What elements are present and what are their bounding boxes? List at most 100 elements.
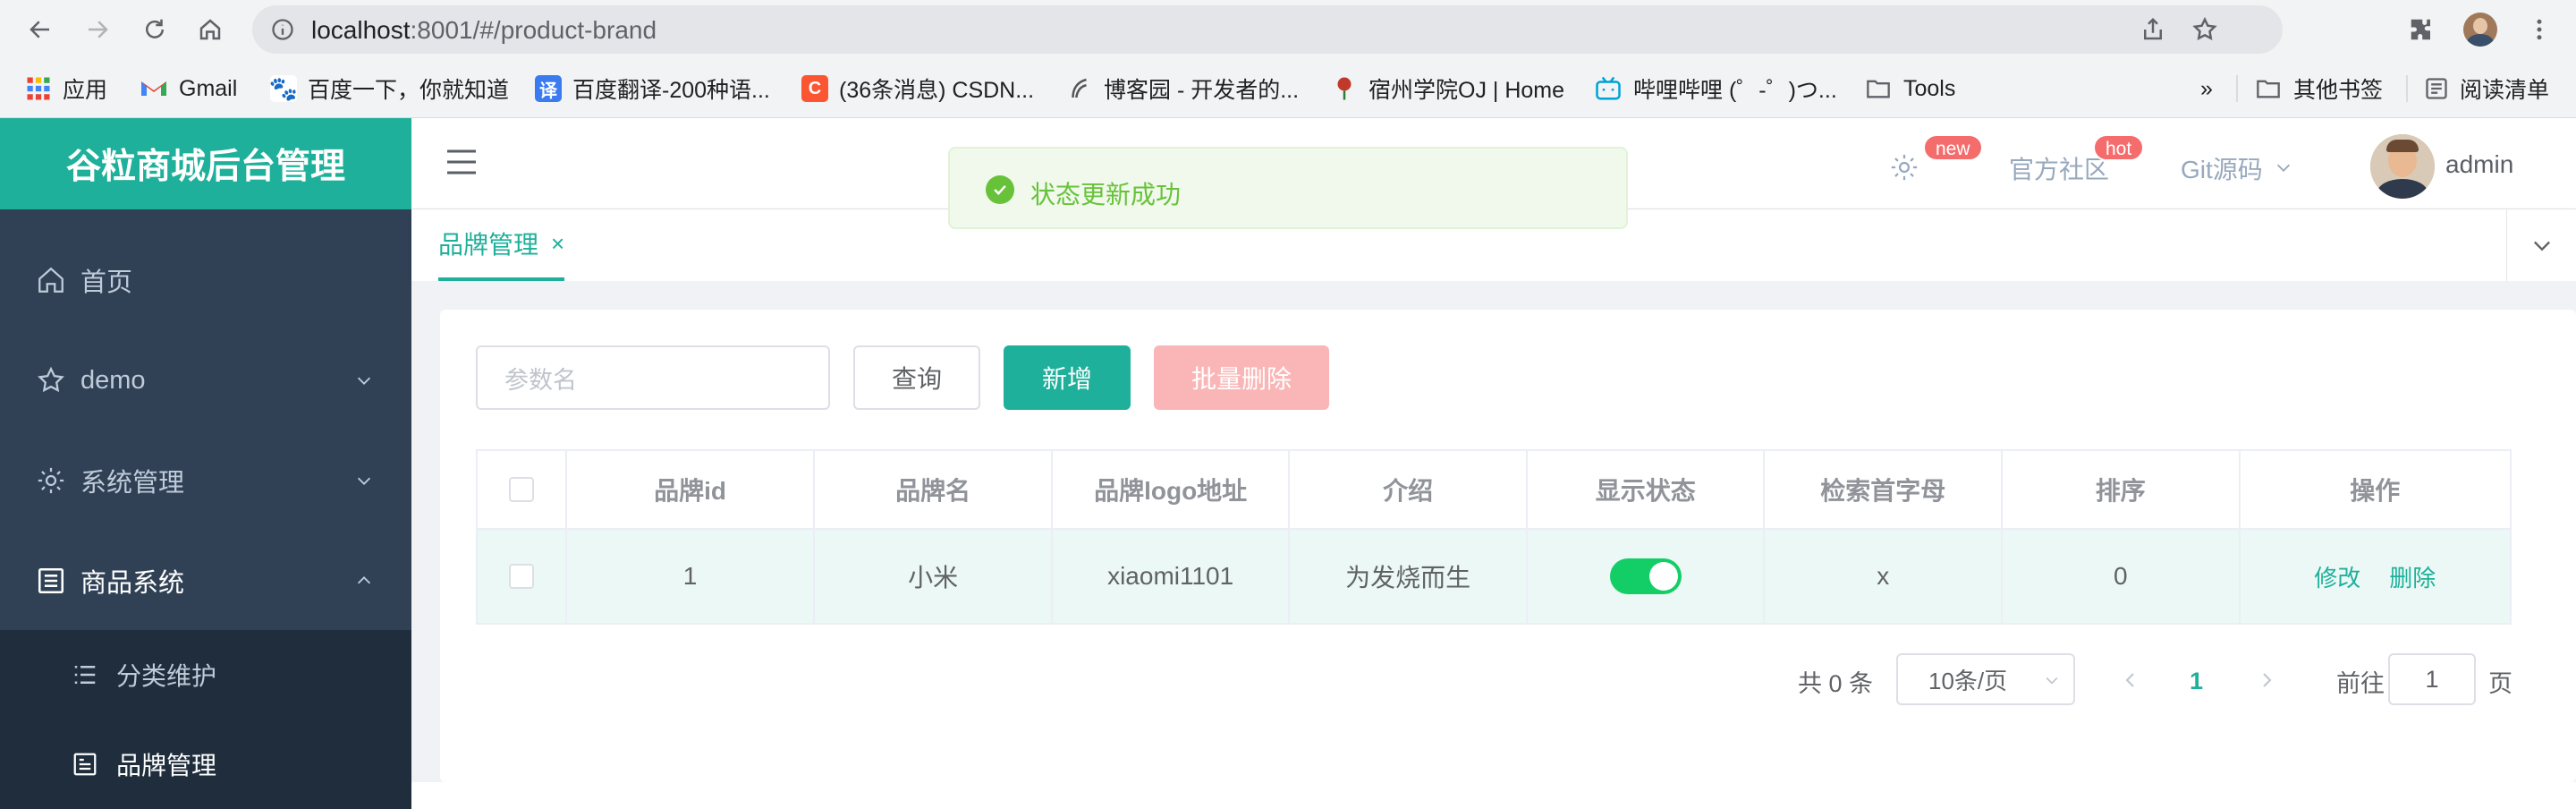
bookmark-label: Tools xyxy=(1903,75,1956,101)
bookmark-star-icon[interactable] xyxy=(2191,16,2218,43)
back-icon[interactable] xyxy=(20,9,61,50)
home-icon xyxy=(38,267,64,293)
sidebar-item-label: 分类维护 xyxy=(116,662,217,690)
bookmark-csdn[interactable]: C (36条消息) CSDN... xyxy=(801,72,1034,106)
community-link[interactable]: 官方社区 xyxy=(2009,150,2109,186)
tag-brand-management[interactable]: 品牌管理 × xyxy=(438,209,565,281)
bookmark-bilibili[interactable]: 哔哩哔哩 (゜-゜)つ... xyxy=(1594,72,1837,106)
bookmark-cnblogs[interactable]: 博客园 - 开发者的... xyxy=(1066,72,1299,106)
bookmark-label: (36条消息) CSDN... xyxy=(839,78,1035,103)
sidebar-subitem-brand[interactable]: 品牌管理 xyxy=(0,720,411,809)
username[interactable]: admin xyxy=(2445,150,2513,179)
bookmark-tools-folder[interactable]: Tools xyxy=(1864,72,1955,106)
prev-page-icon[interactable] xyxy=(2120,669,2141,691)
close-icon[interactable]: × xyxy=(551,230,564,258)
share-icon[interactable] xyxy=(2140,16,2166,43)
cell-brand-name: 小米 xyxy=(815,530,1053,623)
hamburger-icon[interactable] xyxy=(445,149,478,175)
bookmark-oj[interactable]: 宿州学院OJ | Home xyxy=(1331,72,1564,106)
column-header[interactable]: 品牌id xyxy=(566,451,816,530)
select-all-checkbox[interactable] xyxy=(508,477,534,502)
sidebar-item-product[interactable]: 商品系统 xyxy=(0,532,411,630)
chevron-down-icon xyxy=(2533,241,2550,251)
goto-label: 前往 xyxy=(2336,669,2385,697)
address-bar[interactable]: localhost:8001/#/product-brand xyxy=(252,5,2283,54)
bookmark-apps[interactable]: 应用 xyxy=(25,72,107,106)
select-all-cell xyxy=(478,451,567,530)
bookmark-baidu-translate[interactable]: 译 百度翻译-200种语... xyxy=(535,72,770,106)
chevron-down-icon xyxy=(357,377,371,385)
list-icon xyxy=(38,567,64,594)
bilibili-icon xyxy=(1596,76,1621,100)
bookmark-label: Gmail xyxy=(179,75,238,101)
column-header[interactable]: 品牌名 xyxy=(815,451,1053,530)
row-select-cell xyxy=(478,530,567,623)
query-button[interactable]: 查询 xyxy=(853,345,980,410)
sidebar-item-label: 商品系统 xyxy=(80,569,185,598)
bookmark-label: 哔哩哔哩 (゜-゜)つ... xyxy=(1633,78,1837,103)
tags-dropdown[interactable] xyxy=(2506,209,2576,281)
column-header[interactable]: 显示状态 xyxy=(1527,451,1766,530)
current-page[interactable]: 1 xyxy=(2190,655,2203,707)
hot-badge: hot xyxy=(2093,134,2145,161)
column-header[interactable]: 介绍 xyxy=(1290,451,1528,530)
bookmark-label: 百度一下，你就知道 xyxy=(308,78,510,103)
oj-icon xyxy=(1337,77,1352,100)
extensions-icon[interactable] xyxy=(2402,11,2440,48)
bookmarks-overflow[interactable]: » xyxy=(2200,72,2213,106)
bookmark-baidu[interactable]: 🐾 百度一下，你就知道 xyxy=(268,72,510,106)
document-icon xyxy=(73,753,97,776)
bookmark-label: 百度翻译-200种语... xyxy=(572,78,770,103)
reload-icon[interactable] xyxy=(134,9,175,50)
column-header[interactable]: 排序 xyxy=(2003,451,2241,530)
cell-brand-desc: 为发烧而生 xyxy=(1290,530,1528,623)
cell-brand-logo: xiaomi1101 xyxy=(1052,530,1291,623)
column-header[interactable]: 品牌logo地址 xyxy=(1052,451,1291,530)
settings-icon[interactable] xyxy=(1889,152,1919,183)
add-button[interactable]: 新增 xyxy=(1004,345,1131,410)
check-circle-icon xyxy=(986,175,1014,204)
profile-avatar-icon[interactable] xyxy=(2462,11,2499,48)
forward-icon[interactable] xyxy=(77,9,118,50)
tag-label: 品牌管理 xyxy=(438,231,539,259)
search-placeholder: 参数名 xyxy=(504,366,577,394)
table-header-row: 品牌id 品牌名 品牌logo地址 介绍 显示状态 检索首字母 排序 操作 xyxy=(478,451,2510,530)
chevron-down-icon[interactable] xyxy=(2274,158,2293,177)
page-size-value: 10条/页 xyxy=(1928,667,2008,694)
sidebar-subitem-category[interactable]: 分类维护 xyxy=(0,630,411,720)
sidebar-item-label: 首页 xyxy=(80,268,133,297)
browser-toolbar: localhost:8001/#/product-brand xyxy=(0,0,2576,59)
git-source-dropdown[interactable]: Git源码 xyxy=(2181,150,2263,186)
page-size-select[interactable]: 10条/页 xyxy=(1896,653,2075,705)
next-page-icon[interactable] xyxy=(2256,669,2277,691)
table-row[interactable]: 1 小米 xiaomi1101 为发烧而生 x 0 修改 删除 xyxy=(478,530,2510,623)
column-header[interactable]: 检索首字母 xyxy=(1765,451,2003,530)
brand-table: 品牌id 品牌名 品牌logo地址 介绍 显示状态 检索首字母 排序 操作 1 … xyxy=(476,449,2512,625)
avatar[interactable] xyxy=(2370,134,2435,199)
row-checkbox[interactable] xyxy=(508,564,534,589)
home-browser-icon[interactable] xyxy=(190,9,231,50)
more-menu-icon[interactable] xyxy=(2521,11,2558,48)
cell-first-letter: x xyxy=(1765,530,2003,623)
info-icon[interactable] xyxy=(270,17,295,42)
bookmark-label: 其他书签 xyxy=(2293,78,2384,103)
baidu-translate-icon: 译 xyxy=(535,75,562,102)
edit-link[interactable]: 修改 xyxy=(2314,560,2360,593)
batch-delete-button[interactable]: 批量删除 xyxy=(1154,345,1329,410)
toast-message: 状态更新成功 xyxy=(1030,181,1182,209)
sidebar-item-demo[interactable]: demo xyxy=(0,331,411,430)
page-unit-label: 页 xyxy=(2488,669,2512,697)
goto-page-input[interactable]: 1 xyxy=(2388,653,2476,705)
other-bookmarks-folder[interactable]: 其他书签 xyxy=(2254,72,2383,106)
sidebar-item-system[interactable]: 系统管理 xyxy=(0,431,411,530)
show-status-switch[interactable] xyxy=(1609,558,1682,594)
bookmark-gmail[interactable]: Gmail xyxy=(140,72,237,106)
delete-link[interactable]: 删除 xyxy=(2389,560,2436,593)
reading-list[interactable]: 阅读清单 xyxy=(2424,72,2549,106)
chevron-down-icon xyxy=(2046,677,2058,685)
baidu-icon: 🐾 xyxy=(268,74,299,102)
cell-actions: 修改 删除 xyxy=(2240,530,2510,623)
sidebar-item-home[interactable]: 首页 xyxy=(0,231,411,329)
search-input[interactable]: 参数名 xyxy=(476,345,830,410)
bookmark-label: 应用 xyxy=(63,78,108,103)
